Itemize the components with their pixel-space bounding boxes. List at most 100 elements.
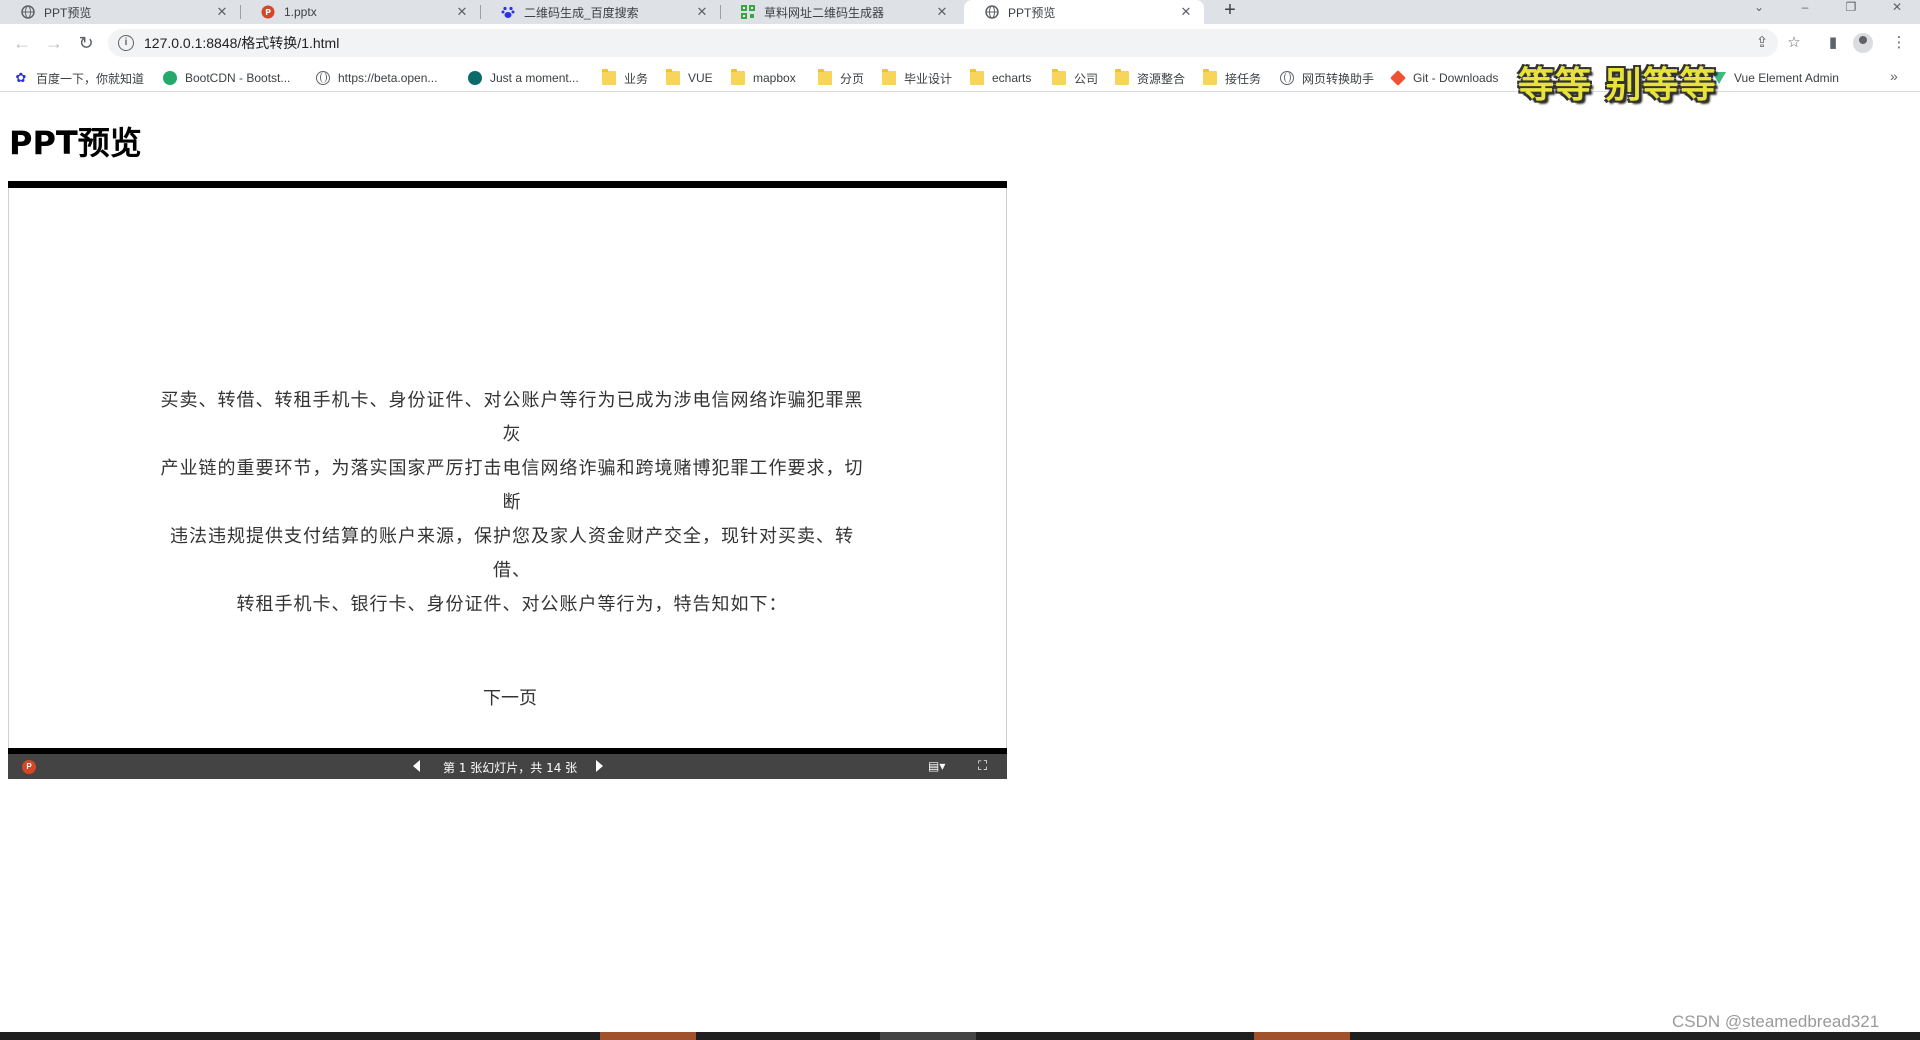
- forward-icon[interactable]: →: [42, 31, 66, 55]
- folder-icon: [1115, 69, 1129, 85]
- fullscreen-icon[interactable]: ⛶: [978, 758, 987, 774]
- previous-slide-icon[interactable]: [413, 760, 420, 772]
- slide-canvas: 买卖、转借、转租手机卡、身份证件、对公账户等行为已成为涉电信网络诈骗犯罪黑灰 产…: [8, 188, 1007, 748]
- close-icon[interactable]: ✕: [214, 4, 230, 20]
- tab-baidu-search[interactable]: 二维码生成_百度搜索 ✕: [480, 0, 720, 24]
- globe-icon: [1280, 71, 1294, 85]
- close-icon[interactable]: ✕: [934, 4, 950, 20]
- tab-ppt-preview-1[interactable]: PPT预览 ✕: [0, 0, 240, 24]
- viewer-top-border: [8, 181, 1007, 188]
- bookmark-web-convert[interactable]: 网页转换助手: [1280, 68, 1374, 88]
- profile-avatar-icon[interactable]: [1853, 33, 1873, 53]
- bookmark-label: 网页转换助手: [1302, 71, 1375, 86]
- slide-counter: 第 1 张幻灯片，共 14 张: [443, 761, 578, 775]
- baidu-paw-icon: [500, 4, 516, 20]
- close-icon[interactable]: ✕: [1178, 4, 1194, 20]
- bookmark-folder-yewu[interactable]: 业务: [602, 68, 648, 88]
- back-icon[interactable]: ←: [10, 31, 34, 55]
- bookmark-label: 资源整合: [1137, 71, 1186, 86]
- bookmark-folder-vue[interactable]: VUE: [666, 68, 713, 88]
- taskbar-item[interactable]: [600, 1032, 696, 1040]
- tab-pptx[interactable]: P 1.pptx ✕: [240, 0, 480, 24]
- tab-search-icon[interactable]: ⌄: [1736, 0, 1782, 16]
- next-page-link[interactable]: 下一页: [483, 684, 537, 710]
- folder-icon: [970, 69, 984, 85]
- bookmark-folder-echarts[interactable]: echarts: [970, 68, 1031, 88]
- bookmark-folder-biye[interactable]: 毕业设计: [882, 68, 952, 88]
- menu-kebab-icon[interactable]: ⋮: [1888, 32, 1910, 54]
- baidu-paw-icon: ✿: [15, 70, 27, 85]
- bookmark-label: 接任务: [1225, 71, 1262, 86]
- globe-icon: [984, 4, 1000, 20]
- overlay-caption: 等等 别等等: [1518, 65, 1717, 106]
- csdn-watermark: CSDN @steamedbread321: [1672, 1012, 1880, 1031]
- bookmarks-overflow-icon[interactable]: »: [1890, 68, 1898, 84]
- bookmark-star-icon[interactable]: ☆: [1783, 32, 1805, 54]
- bookmark-folder-mapbox[interactable]: mapbox: [731, 68, 796, 88]
- close-icon[interactable]: ✕: [454, 4, 470, 20]
- slide-line: 产业链的重要环节，为落实国家严厉打击电信网络诈骗和跨境赌博犯罪工作要求，切断: [160, 458, 864, 513]
- slide-line: 违法违规提供支付结算的账户来源，保护您及家人资金财产交全，现针对买卖、转借、: [170, 526, 854, 581]
- site-info-icon[interactable]: i: [118, 35, 134, 51]
- close-icon[interactable]: ✕: [694, 4, 710, 20]
- tab-title: PPT预览: [1008, 5, 1056, 20]
- bookmark-vue-element-admin[interactable]: Vue Element Admin: [1712, 68, 1839, 88]
- folder-icon: [882, 69, 896, 85]
- bookmark-label: Just a moment...: [490, 71, 579, 85]
- folder-icon: [666, 69, 680, 85]
- bookmark-label: 百度一下，你就知道: [36, 71, 145, 86]
- bookmark-label: Git - Downloads: [1413, 71, 1499, 85]
- address-bar[interactable]: i 127.0.0.1:8848/格式转换/1.html ⇪: [108, 29, 1778, 57]
- minimize-icon[interactable]: –: [1782, 0, 1828, 16]
- powerpoint-icon: P: [260, 4, 276, 20]
- bookmark-git-downloads[interactable]: Git - Downloads: [1390, 68, 1499, 88]
- bookmark-label: 毕业设计: [904, 71, 953, 86]
- slide-body-text: 买卖、转借、转租手机卡、身份证件、对公账户等行为已成为涉电信网络诈骗犯罪黑灰 产…: [153, 384, 871, 622]
- bookmark-baidu[interactable]: ✿ 百度一下，你就知道: [14, 68, 144, 88]
- restore-icon[interactable]: ❐: [1828, 0, 1874, 16]
- bookmark-bootcdn[interactable]: BootCDN - Bootst...: [163, 68, 290, 88]
- folder-icon: [1203, 69, 1217, 85]
- share-icon[interactable]: ⇪: [1753, 34, 1771, 52]
- bookmark-just-a-moment[interactable]: Just a moment...: [468, 68, 579, 88]
- side-panel-icon[interactable]: ▮: [1822, 32, 1844, 54]
- tab-qr-generator[interactable]: 草料网址二维码生成器 ✕: [720, 0, 960, 24]
- bookmark-folder-fenye[interactable]: 分页: [818, 68, 864, 88]
- bookmark-folder-gongsi[interactable]: 公司: [1052, 68, 1098, 88]
- bookmark-folder-jierenwu[interactable]: 接任务: [1203, 68, 1261, 88]
- slide-line: 买卖、转借、转租手机卡、身份证件、对公账户等行为已成为涉电信网络诈骗犯罪黑灰: [160, 390, 864, 445]
- reload-icon[interactable]: ↻: [74, 31, 98, 55]
- bookmark-folder-ziyuan[interactable]: 资源整合: [1115, 68, 1185, 88]
- folder-icon: [1052, 69, 1066, 85]
- new-tab-button[interactable]: +: [1216, 0, 1244, 24]
- bootcdn-icon: [163, 71, 177, 85]
- tab-ppt-preview-active[interactable]: PPT预览 ✕: [964, 0, 1204, 24]
- qr-icon: [740, 4, 756, 20]
- cloudflare-icon: [468, 71, 482, 85]
- slide-line: 转租手机卡、银行卡、身份证件、对公账户等行为，特告知如下：: [236, 594, 788, 615]
- view-mode-icon[interactable]: ▤▾: [928, 759, 945, 773]
- folder-icon: [602, 69, 616, 85]
- url-text[interactable]: 127.0.0.1:8848/格式转换/1.html: [144, 33, 339, 53]
- close-window-icon[interactable]: ✕: [1874, 0, 1920, 16]
- viewer-status-bar: P 第 1 张幻灯片，共 14 张 ▤▾ ⛶: [8, 754, 1007, 779]
- taskbar-item[interactable]: [1254, 1032, 1350, 1040]
- bookmark-label: Vue Element Admin: [1734, 71, 1839, 85]
- os-taskbar: [0, 1032, 1920, 1040]
- taskbar-item[interactable]: [880, 1032, 976, 1040]
- git-icon: [1390, 70, 1406, 86]
- bookmark-label: echarts: [992, 71, 1032, 85]
- page-title: PPT预览: [9, 124, 142, 162]
- tab-title: 1.pptx: [284, 5, 317, 19]
- next-slide-icon[interactable]: [596, 760, 603, 772]
- bookmark-label: 公司: [1074, 71, 1099, 86]
- globe-icon: [316, 71, 330, 85]
- bookmark-label: 分页: [840, 71, 865, 86]
- svg-text:P: P: [265, 8, 271, 17]
- tab-title: 二维码生成_百度搜索: [524, 5, 639, 20]
- folder-icon: [818, 69, 832, 85]
- bookmark-beta-open[interactable]: https://beta.open...: [316, 68, 437, 88]
- bookmark-label: https://beta.open...: [338, 71, 438, 85]
- ppt-viewer: 买卖、转借、转租手机卡、身份证件、对公账户等行为已成为涉电信网络诈骗犯罪黑灰 产…: [8, 181, 1007, 779]
- bookmark-label: mapbox: [753, 71, 796, 85]
